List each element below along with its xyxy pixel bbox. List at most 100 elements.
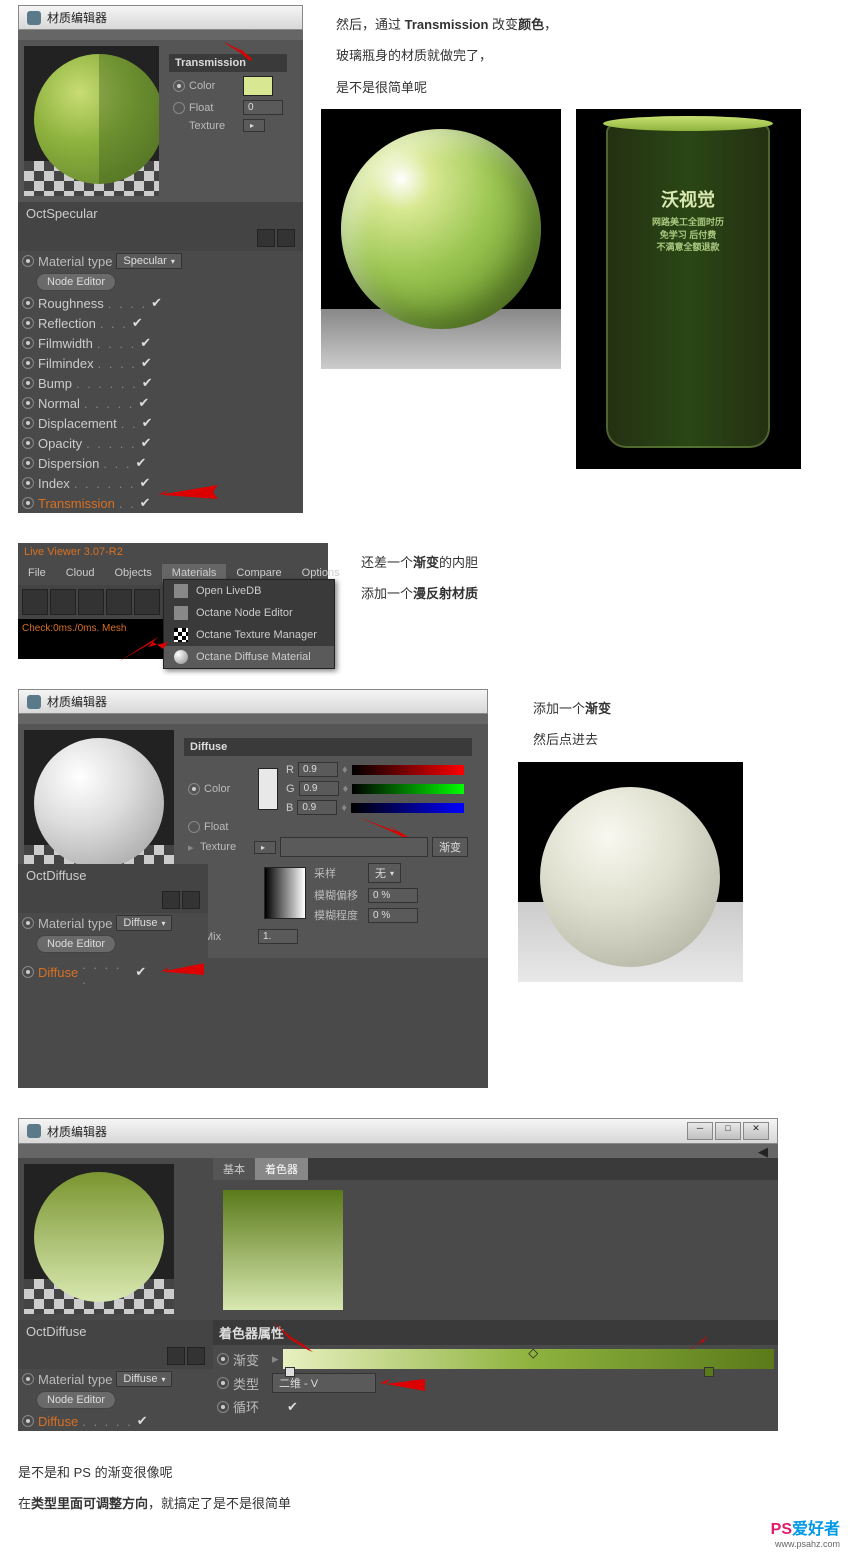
close-button[interactable]: ✕ bbox=[743, 1122, 769, 1140]
radio-float[interactable] bbox=[188, 821, 200, 833]
prop-label[interactable]: Dispersion bbox=[38, 456, 99, 471]
diffuse-label[interactable]: Diffuse bbox=[38, 1414, 78, 1429]
checkbox-icon[interactable]: ✔ bbox=[142, 375, 153, 391]
tool-icon[interactable] bbox=[106, 589, 132, 615]
gradient-stop[interactable] bbox=[704, 1367, 714, 1377]
radio-material-type[interactable] bbox=[22, 917, 34, 929]
tool-icon[interactable] bbox=[22, 589, 48, 615]
menu-item-livedb[interactable]: Open LiveDB bbox=[164, 580, 334, 602]
diffuse-label[interactable]: Diffuse bbox=[38, 965, 78, 980]
sample-dropdown[interactable]: 无▾ bbox=[368, 863, 401, 883]
menu-objects[interactable]: Objects bbox=[104, 564, 161, 582]
menu-item-diffuse-material[interactable]: Octane Diffuse Material bbox=[164, 646, 334, 668]
radio-material-type[interactable] bbox=[22, 255, 34, 267]
maximize-button[interactable]: □ bbox=[715, 1122, 741, 1140]
gradient-bar[interactable]: ◇ bbox=[283, 1349, 774, 1369]
menu-item-node-editor[interactable]: Octane Node Editor bbox=[164, 602, 334, 624]
prop-label[interactable]: Reflection bbox=[38, 316, 96, 331]
tool-icon[interactable] bbox=[78, 589, 104, 615]
checkbox-icon[interactable]: ✔ bbox=[135, 964, 146, 980]
color-swatch[interactable] bbox=[258, 768, 278, 810]
nav-icon[interactable] bbox=[162, 891, 180, 909]
b-input[interactable]: 0.9 bbox=[297, 800, 337, 815]
prop-label[interactable]: Bump bbox=[38, 376, 72, 391]
radio-color[interactable] bbox=[173, 80, 185, 92]
radio-prop[interactable] bbox=[22, 337, 34, 349]
node-editor-button[interactable]: Node Editor bbox=[36, 1391, 116, 1409]
color-swatch[interactable] bbox=[243, 76, 273, 96]
radio-prop[interactable] bbox=[22, 297, 34, 309]
texture-slot[interactable] bbox=[280, 837, 428, 857]
texture-dropdown[interactable]: ▸ bbox=[243, 119, 265, 132]
radio-prop[interactable] bbox=[22, 397, 34, 409]
checkbox-icon[interactable]: ✔ bbox=[151, 295, 162, 311]
material-type-dropdown[interactable]: Diffuse▾ bbox=[116, 1371, 172, 1387]
checkbox-icon[interactable]: ✔ bbox=[140, 475, 151, 491]
node-editor-button[interactable]: Node Editor bbox=[36, 935, 116, 953]
menu-file[interactable]: File bbox=[18, 564, 56, 582]
checkbox-icon[interactable]: ✔ bbox=[140, 335, 151, 351]
radio-prop[interactable] bbox=[22, 497, 34, 509]
checkbox-icon[interactable]: ✔ bbox=[142, 415, 153, 431]
float-input[interactable]: 0 bbox=[243, 100, 283, 115]
nav-left-icon[interactable] bbox=[257, 229, 275, 247]
nav-icon[interactable] bbox=[167, 1347, 185, 1365]
prop-label[interactable]: Normal bbox=[38, 396, 80, 411]
radio-prop[interactable] bbox=[22, 357, 34, 369]
prop-label[interactable]: Filmindex bbox=[38, 356, 94, 371]
b-slider[interactable] bbox=[351, 803, 464, 813]
blur-offset-input[interactable]: 0 % bbox=[368, 888, 418, 903]
prop-label[interactable]: Filmwidth bbox=[38, 336, 93, 351]
checkbox-icon[interactable]: ✔ bbox=[132, 315, 143, 331]
mix-input[interactable]: 1. bbox=[258, 929, 298, 944]
radio-prop[interactable] bbox=[22, 477, 34, 489]
radio-gradient[interactable] bbox=[217, 1353, 229, 1365]
back-arrow-icon[interactable]: ◀ bbox=[758, 1144, 768, 1159]
radio-prop[interactable] bbox=[22, 417, 34, 429]
g-input[interactable]: 0.9 bbox=[299, 781, 339, 796]
nav-icon[interactable] bbox=[187, 1347, 205, 1365]
nav-icon[interactable] bbox=[182, 891, 200, 909]
texture-type[interactable]: 渐变 bbox=[432, 837, 468, 857]
menu-cloud[interactable]: Cloud bbox=[56, 564, 105, 582]
tool-icon[interactable] bbox=[134, 589, 160, 615]
prop-label[interactable]: Opacity bbox=[38, 436, 82, 451]
radio-cycle[interactable] bbox=[217, 1401, 229, 1413]
radio-color[interactable] bbox=[188, 783, 200, 795]
radio-type[interactable] bbox=[217, 1377, 229, 1389]
r-slider[interactable] bbox=[352, 765, 464, 775]
prop-label[interactable]: Displacement bbox=[38, 416, 117, 431]
texture-expand[interactable]: ▸ bbox=[254, 841, 276, 854]
checkbox-icon[interactable]: ✔ bbox=[137, 1413, 148, 1429]
prop-label[interactable]: Roughness bbox=[38, 296, 104, 311]
gradient-stop[interactable] bbox=[285, 1367, 295, 1377]
radio-diffuse[interactable] bbox=[22, 1415, 34, 1427]
material-type-dropdown[interactable]: Specular▾ bbox=[116, 253, 181, 269]
tool-icon[interactable] bbox=[50, 589, 76, 615]
checkbox-icon[interactable]: ✔ bbox=[287, 1399, 298, 1415]
menu-item-texture-mgr[interactable]: Octane Texture Manager bbox=[164, 624, 334, 646]
radio-prop[interactable] bbox=[22, 457, 34, 469]
radio-diffuse[interactable] bbox=[22, 966, 34, 978]
checkbox-icon[interactable]: ✔ bbox=[140, 495, 151, 511]
checkbox-icon[interactable]: ✔ bbox=[141, 355, 152, 371]
nav-right-icon[interactable] bbox=[277, 229, 295, 247]
tab-shader[interactable]: 着色器 bbox=[255, 1158, 308, 1180]
radio-prop[interactable] bbox=[22, 437, 34, 449]
checkbox-icon[interactable]: ✔ bbox=[141, 435, 152, 451]
material-type-dropdown[interactable]: Diffuse▾ bbox=[116, 915, 172, 931]
prop-label[interactable]: Transmission bbox=[38, 496, 115, 511]
node-editor-button[interactable]: Node Editor bbox=[36, 273, 116, 291]
checkbox-icon[interactable]: ✔ bbox=[135, 455, 146, 471]
checkbox-icon[interactable]: ✔ bbox=[138, 395, 149, 411]
radio-material-type[interactable] bbox=[22, 1373, 34, 1385]
tab-basic[interactable]: 基本 bbox=[213, 1158, 255, 1180]
r-input[interactable]: 0.9 bbox=[298, 762, 338, 777]
prop-label[interactable]: Index bbox=[38, 476, 70, 491]
radio-prop[interactable] bbox=[22, 317, 34, 329]
radio-float[interactable] bbox=[173, 102, 185, 114]
minimize-button[interactable]: ─ bbox=[687, 1122, 713, 1140]
radio-prop[interactable] bbox=[22, 377, 34, 389]
blur-degree-input[interactable]: 0 % bbox=[368, 908, 418, 923]
g-slider[interactable] bbox=[352, 784, 464, 794]
